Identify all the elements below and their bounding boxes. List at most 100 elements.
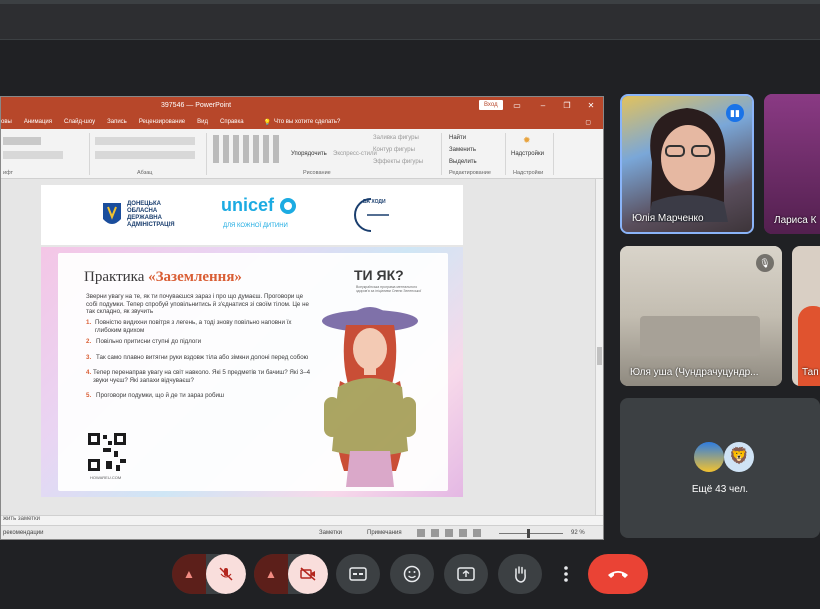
menu-item-animation[interactable]: Анимация bbox=[24, 119, 52, 125]
raise-hand-button[interactable] bbox=[498, 554, 542, 594]
shapes-gallery[interactable] bbox=[213, 135, 279, 163]
participant-name: Юля yшa (Чундрачуцундр... bbox=[630, 367, 759, 378]
present-button[interactable] bbox=[444, 554, 488, 594]
participant-tile[interactable]: 🎙 Юля yшa (Чундрачуцундр... bbox=[620, 246, 782, 386]
participant-name: Юлія Марченко bbox=[632, 213, 704, 224]
status-left-text: рекомендации bbox=[3, 530, 44, 536]
shape-fill-button[interactable]: Заливка фигуры bbox=[373, 135, 419, 141]
brand-subtitle: Всеукраїнська програма ментального здоро… bbox=[356, 285, 422, 293]
step-text: Так само плавно витягни руки вздовж тіла… bbox=[96, 353, 309, 361]
mic-off-icon bbox=[219, 567, 233, 581]
group-addins-label: Надстройки bbox=[513, 170, 544, 176]
list-item: 3. Так само плавно витягни руки вздовж ті… bbox=[86, 354, 316, 362]
partner-logo-text: ВА ХОДИ bbox=[363, 199, 386, 205]
lightbulb-icon: 💡 bbox=[263, 119, 272, 126]
ribbon-separator bbox=[441, 133, 442, 175]
ribbon-separator bbox=[206, 133, 207, 175]
camera-off-icon bbox=[300, 567, 316, 581]
menu-item-slideshow[interactable]: Слайд-шоу bbox=[64, 119, 95, 125]
zoom-slider[interactable] bbox=[499, 533, 563, 534]
camera-off-button[interactable] bbox=[288, 554, 328, 594]
zoom-slider-thumb[interactable] bbox=[527, 529, 530, 538]
addins-button[interactable]: Надстройки bbox=[511, 151, 544, 157]
maximize-icon[interactable]: ❐ bbox=[561, 100, 573, 112]
step-number: 3. bbox=[86, 353, 92, 361]
ppt-file-name: 397546 — PowerPoint bbox=[161, 102, 232, 109]
font-size-box[interactable] bbox=[3, 137, 41, 145]
paragraph-icons-row2[interactable] bbox=[95, 151, 195, 159]
ppt-menu-bar: овы Анимация Слайд-шоу Запись Рецензиров… bbox=[1, 115, 603, 129]
menu-item-record[interactable]: Запись bbox=[107, 119, 127, 125]
find-button[interactable]: Найти bbox=[449, 135, 466, 141]
comments-toggle[interactable]: Примечания bbox=[367, 530, 402, 536]
replace-button[interactable]: Заменить bbox=[449, 147, 476, 153]
font-format-icons[interactable] bbox=[3, 151, 63, 159]
shape-effects-button[interactable]: Эффекты фигуры bbox=[373, 159, 423, 165]
list-item: 2. Повільно притисни ступні до підлоги bbox=[86, 338, 316, 346]
participant-tile[interactable]: Лариса К bbox=[764, 94, 820, 234]
more-participants-tile[interactable]: 🦁 Ещё 43 чел. bbox=[620, 398, 820, 538]
more-participants-count: Ещё 43 чел. bbox=[691, 484, 749, 495]
emoji-button[interactable] bbox=[390, 554, 434, 594]
close-icon[interactable]: ✕ bbox=[585, 100, 597, 112]
step-number: 4. bbox=[86, 369, 92, 376]
scrollbar-thumb[interactable] bbox=[597, 347, 602, 365]
tell-me-text: Что вы хотите сделать? bbox=[274, 119, 341, 125]
more-options-button[interactable] bbox=[552, 554, 580, 594]
paragraph-icons-row1[interactable] bbox=[95, 137, 195, 145]
participant-tile[interactable]: ▮▮ Юлія Марченко bbox=[620, 94, 754, 234]
mic-off-button[interactable] bbox=[206, 554, 246, 594]
meeting-controls: ▲ ▲ bbox=[0, 548, 820, 600]
slide-title-plain: Практика bbox=[84, 269, 149, 285]
menu-item-review[interactable]: Рецензирование bbox=[139, 119, 185, 125]
brand-logo: ТИ ЯК? bbox=[354, 267, 404, 283]
menu-item-view[interactable]: Вид bbox=[197, 119, 208, 125]
zoom-level: 92 % bbox=[571, 530, 585, 536]
ribbon-display-icon[interactable]: ▭ bbox=[511, 100, 523, 112]
participant-name: Тап bbox=[802, 367, 819, 378]
menu-item-help[interactable]: Справка bbox=[220, 119, 244, 125]
group-editing-label: Редактирование bbox=[449, 170, 491, 176]
camera-control[interactable]: ▲ bbox=[254, 554, 328, 594]
list-item: 4. Тепер перенаправ увагу на світ навколо… bbox=[86, 369, 316, 384]
chevron-up-icon[interactable]: ▲ bbox=[254, 554, 288, 594]
step-text: Проговори подумки, що й де ти зараз роби… bbox=[96, 392, 224, 399]
shape-outline-button[interactable]: Контур фигуры bbox=[373, 147, 415, 153]
participant-tile[interactable]: Тап bbox=[792, 246, 820, 386]
ppt-titlebar: 397546 — PowerPoint Вход ▭ – ❐ ✕ bbox=[1, 97, 603, 115]
addins-icon[interactable]: ✹ bbox=[523, 135, 531, 146]
captions-button[interactable] bbox=[336, 554, 380, 594]
ribbon-separator bbox=[553, 133, 554, 175]
top-strip bbox=[0, 0, 820, 4]
notes-pane[interactable]: жить заметки bbox=[1, 515, 603, 525]
ppt-ribbon: ифт Абзац Упорядочить Экспресс-стили Зал… bbox=[1, 129, 603, 179]
notes-toggle[interactable]: Заметки bbox=[319, 530, 342, 536]
room-furniture bbox=[640, 316, 760, 356]
ppt-login-button[interactable]: Вход bbox=[479, 100, 503, 110]
mic-control[interactable]: ▲ bbox=[172, 554, 246, 594]
tell-me-box[interactable]: 💡 Что вы хотите сделать? bbox=[264, 119, 341, 126]
shared-presentation-window[interactable]: 397546 — PowerPoint Вход ▭ – ❐ ✕ овы Ани… bbox=[0, 96, 604, 540]
comment-icon[interactable]: ▢ bbox=[585, 119, 591, 126]
unicef-logo: unicef bbox=[221, 195, 275, 215]
girl-illustration-icon bbox=[322, 307, 418, 487]
unicef-tagline: ДЛЯ КОЖНОЇ ДИТИНИ bbox=[223, 223, 288, 229]
slide-scrollbar[interactable] bbox=[595, 179, 603, 515]
select-button[interactable]: Выделить bbox=[449, 159, 477, 165]
participant-video-icon bbox=[648, 108, 728, 222]
more-vert-icon bbox=[564, 566, 568, 582]
end-call-button[interactable] bbox=[588, 554, 648, 594]
slide-content-card: Практика «Заземлення» ТИ ЯК? Всеукраїнсь… bbox=[58, 253, 448, 491]
ribbon-separator bbox=[505, 133, 506, 175]
chevron-up-icon[interactable]: ▲ bbox=[172, 554, 206, 594]
minimize-icon[interactable]: – bbox=[537, 100, 549, 112]
ribbon-separator bbox=[89, 133, 90, 175]
arrange-button[interactable]: Упорядочить bbox=[291, 151, 327, 157]
view-buttons[interactable] bbox=[417, 529, 487, 537]
unicef-globe-icon bbox=[280, 198, 296, 214]
participant-name: Лариса К bbox=[774, 215, 817, 226]
captions-icon bbox=[349, 567, 367, 581]
menu-item-file[interactable]: овы bbox=[1, 119, 12, 125]
quick-styles-button[interactable]: Экспресс-стили bbox=[333, 151, 377, 157]
emoji-icon bbox=[403, 565, 421, 583]
